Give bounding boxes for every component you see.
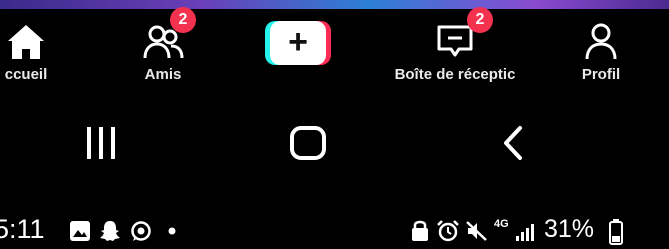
tab-friends[interactable]: 2 Amis	[118, 7, 208, 95]
bottom-tab-bar: ccueil 2 Amis + 2 Boîte de réceptic Prof…	[0, 7, 669, 95]
tab-home[interactable]: ccueil	[0, 9, 66, 95]
tab-home-label: ccueil	[4, 66, 48, 83]
friends-badge: 2	[170, 7, 196, 33]
top-gradient-strip	[0, 0, 669, 9]
system-navigation-bar	[0, 95, 669, 190]
inbox-badge: 2	[467, 7, 493, 33]
status-time: 5:11	[0, 214, 45, 244]
create-button[interactable]: +	[265, 21, 331, 65]
status-bar: 5:11 4G 31%	[0, 210, 669, 249]
tab-profile[interactable]: Profil	[566, 9, 636, 95]
tab-friends-label: Amis	[144, 66, 182, 83]
plus-icon: +	[288, 23, 308, 61]
back-icon[interactable]	[500, 125, 526, 161]
gallery-icon	[70, 221, 90, 241]
tab-inbox-label: Boîte de réceptic	[394, 66, 516, 83]
dot-icon	[168, 227, 176, 235]
tab-profile-label: Profil	[581, 66, 621, 83]
4g-icon: 4G	[494, 218, 509, 230]
signal-icon	[516, 224, 534, 241]
snapchat-icon	[100, 221, 120, 241]
lock-icon	[412, 220, 428, 241]
person-icon	[585, 23, 617, 60]
home-icon	[8, 25, 44, 59]
home-button-icon[interactable]	[289, 125, 327, 161]
tab-inbox[interactable]: 2 Boîte de réceptic	[370, 7, 540, 95]
whatsapp-icon	[131, 221, 151, 241]
alarm-icon	[437, 220, 459, 242]
battery-icon	[609, 219, 623, 245]
recents-icon[interactable]	[84, 127, 118, 159]
battery-percent: 31%	[544, 215, 595, 243]
mute-icon	[466, 221, 487, 241]
